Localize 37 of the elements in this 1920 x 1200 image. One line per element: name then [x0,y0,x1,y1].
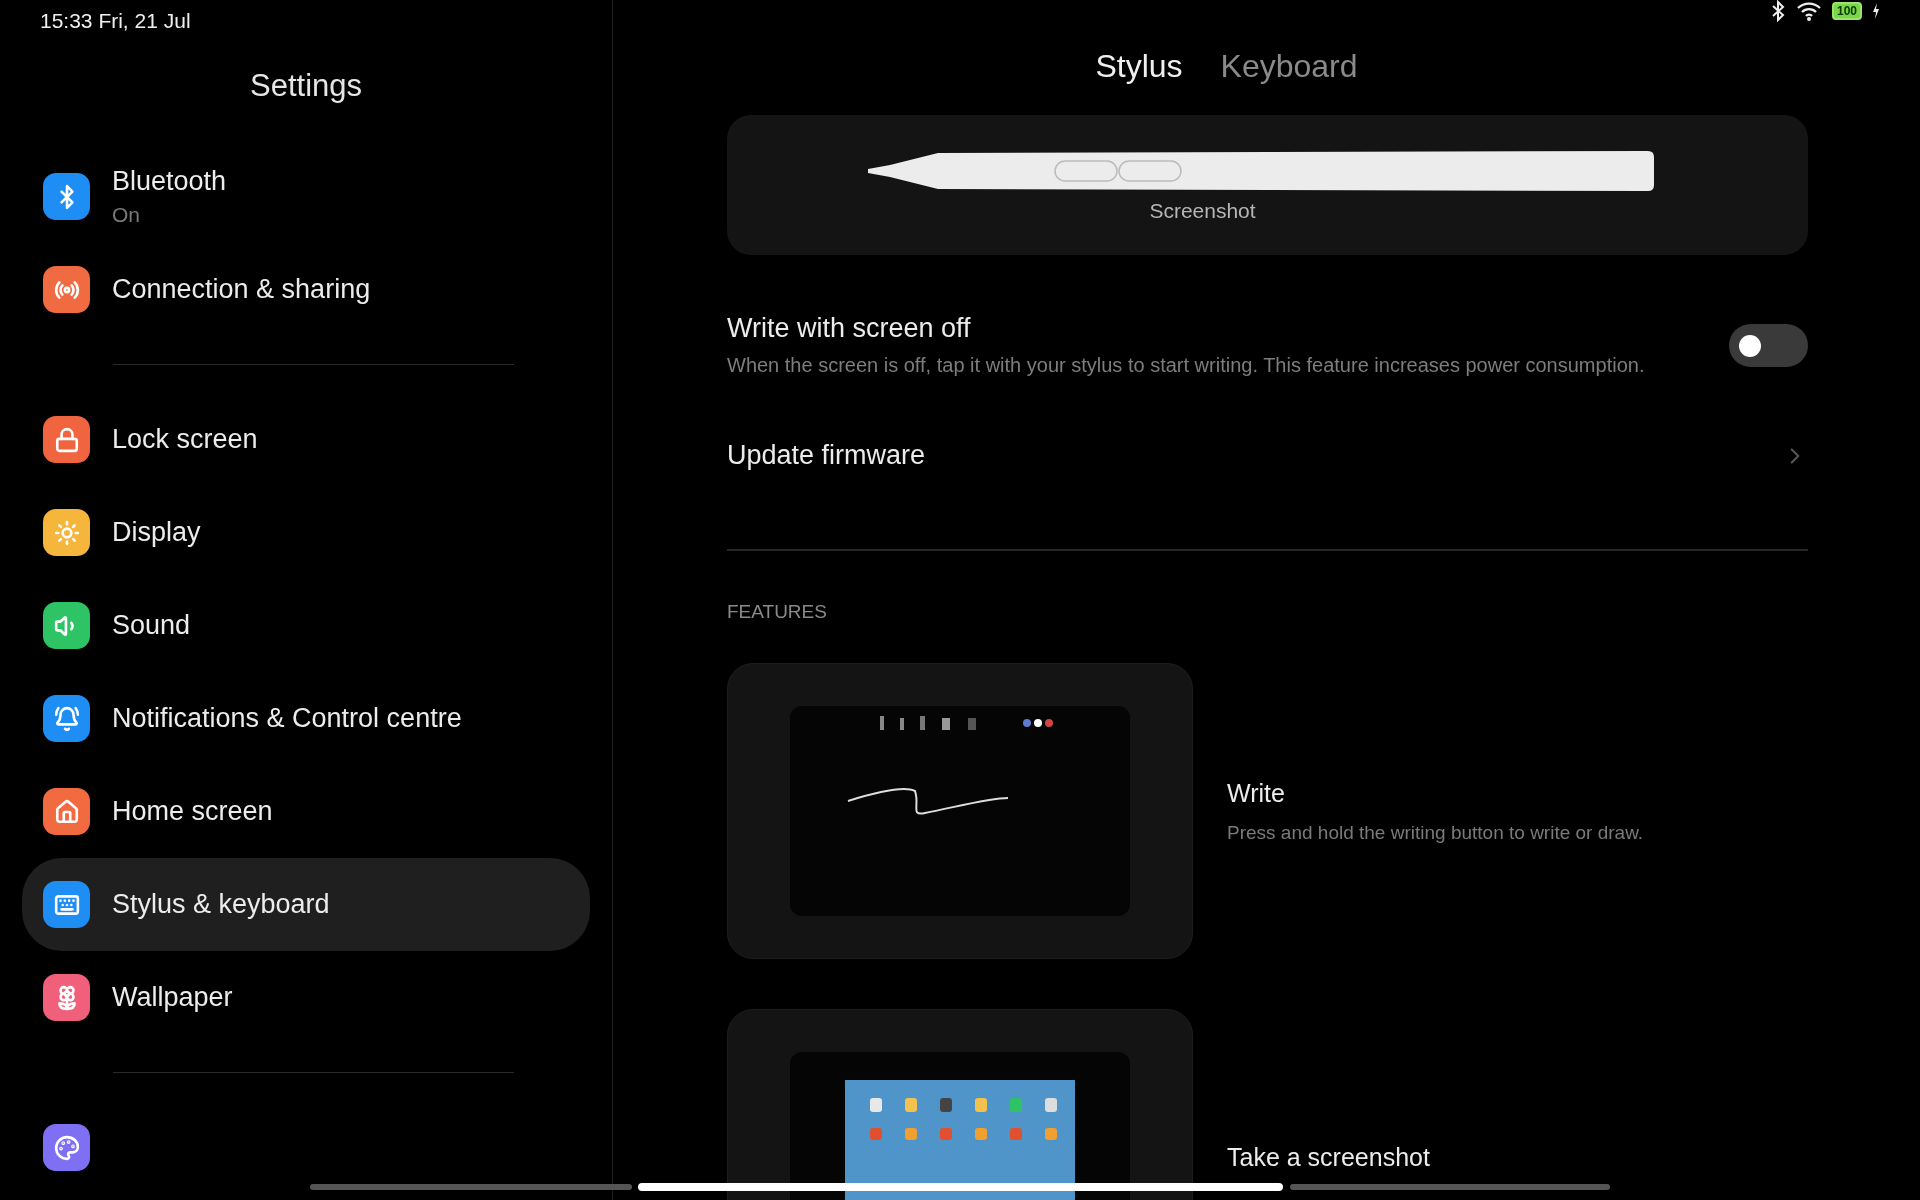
feature-title: Write [1227,778,1286,808]
item-label: Connection & sharing [112,274,371,305]
setting-title: Update firmware [727,440,926,471]
setting-description: When the screen is off, tap it with your stylus to start writing. This feature increases power consumption. [727,353,1645,378]
item-status: On [112,203,141,227]
sidebar-title: Settings [249,68,363,104]
sidebar-item[interactable]: Connection & sharing [22,243,590,336]
sidebar-item[interactable]: Wallpaper [22,951,590,1044]
sidebar-item[interactable]: Stylus & keyboard [22,858,590,951]
toggle-switch[interactable] [1729,324,1808,367]
setting-title: Write with screen off [727,313,972,344]
feature-description: Press and hold the writing button to write or draw. [1227,821,1644,844]
home-indicator[interactable] [310,1182,1610,1192]
button-label: Screenshot [1149,199,1256,223]
item-label: Lock screen [112,424,258,455]
item-label: Notifications & Control centre [112,703,462,734]
sidebar-item[interactable]: Home screen [22,765,590,858]
feature-title: Take a screenshot [1227,1142,1430,1172]
sidebar-item[interactable]: Display [22,486,590,579]
wifi-icon [1795,1,1822,21]
item-label: Bluetooth [112,166,227,197]
sidebar-item[interactable]: Notifications & Control centre [22,672,590,765]
item-label: Stylus & keyboard [112,889,330,920]
tab[interactable]: Stylus [1095,48,1183,85]
item-label: Sound [112,610,191,641]
sidebar-item[interactable]: Sound [22,579,590,672]
status-time: 15:33 Fri, 21 Jul [40,9,191,33]
item-label: Wallpaper [112,982,233,1013]
tab[interactable]: Keyboard [1220,48,1358,85]
item-label: Display [112,517,201,548]
charging-icon [1872,3,1880,19]
setting-row[interactable]: Update firmware [727,440,1808,471]
sidebar-item[interactable]: Lock screen [22,393,590,486]
sidebar-item[interactable]: Bluetooth On [22,150,590,243]
battery-level: 100 [1831,2,1862,20]
section-heading: FEATURES [727,601,828,623]
item-label: Home screen [112,796,273,827]
